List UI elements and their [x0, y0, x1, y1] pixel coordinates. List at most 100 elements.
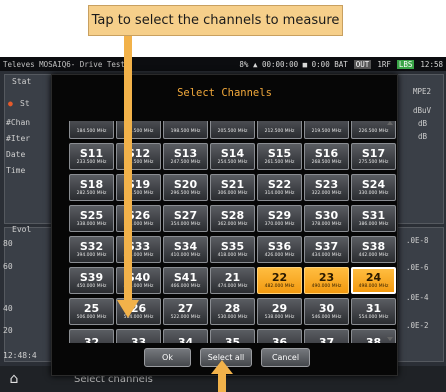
channel-button[interactable]: 35	[210, 329, 255, 343]
channel-name: 36	[271, 335, 288, 343]
iter-label: #Iter	[6, 134, 31, 143]
channel-button[interactable]: S17 275.500 MHz	[351, 143, 396, 170]
scroll-down-icon[interactable]	[387, 337, 393, 341]
channel-button[interactable]: 30 546.000 MHz	[304, 298, 349, 325]
cancel-button[interactable]: Cancel	[261, 348, 310, 367]
channel-frequency: 498.000 MHz	[358, 283, 389, 289]
channel-button[interactable]: S24 330.000 MHz	[351, 174, 396, 201]
channel-button[interactable]: 22 482.000 MHz	[257, 267, 302, 294]
channel-name: S31	[361, 208, 386, 222]
channel-name: 32	[83, 335, 100, 343]
channel-frequency: 522.000 MHz	[170, 314, 201, 320]
scroll-up-icon[interactable]	[387, 121, 393, 125]
record-dot-icon: ●	[8, 99, 13, 108]
channel-button[interactable]: S34 410.000 MHz	[163, 236, 208, 263]
channel-button[interactable]: 24 498.000 MHz	[351, 267, 396, 294]
channel-button[interactable]: S32 394.000 MHz	[69, 236, 114, 263]
channel-button[interactable]: S37 434.000 MHz	[304, 236, 349, 263]
channel-button[interactable]: S25 338.000 MHz	[69, 205, 114, 232]
channel-button[interactable]: 191.500 MHz	[116, 121, 161, 139]
channel-button[interactable]: 37	[304, 329, 349, 343]
home-icon[interactable]: ⌂	[0, 371, 28, 387]
channel-button[interactable]: S33 402.000 MHz	[116, 236, 161, 263]
channel-button[interactable]: 34	[163, 329, 208, 343]
channel-button[interactable]: 219.500 MHz	[304, 121, 349, 139]
channel-button[interactable]: S38 442.000 MHz	[351, 236, 396, 263]
channel-button[interactable]: S14 254.500 MHz	[210, 143, 255, 170]
channel-name: 35	[224, 335, 241, 343]
channel-button[interactable]: 29 538.000 MHz	[257, 298, 302, 325]
channel-name: S17	[361, 146, 386, 160]
channel-name: S39	[79, 270, 104, 284]
channel-name: 38	[365, 335, 382, 343]
channel-button[interactable]: 28 530.000 MHz	[210, 298, 255, 325]
channel-button[interactable]: S11 233.500 MHz	[69, 143, 114, 170]
channel-button[interactable]: S29 370.000 MHz	[257, 205, 302, 232]
channel-button[interactable]: S19 289.500 MHz	[116, 174, 161, 201]
out-badge: OUT	[353, 59, 372, 69]
channel-button[interactable]: S39 450.000 MHz	[69, 267, 114, 294]
channel-button[interactable]: 198.500 MHz	[163, 121, 208, 139]
channel-button[interactable]: S12 240.500 MHz	[116, 143, 161, 170]
channel-button[interactable]: S15 261.500 MHz	[257, 143, 302, 170]
channel-frequency: 378.000 MHz	[311, 221, 342, 227]
channel-button[interactable]: 33	[116, 329, 161, 343]
channel-button[interactable]: 25 506.000 MHz	[69, 298, 114, 325]
channel-button[interactable]: 27 522.000 MHz	[163, 298, 208, 325]
channel-name: S36	[267, 239, 292, 253]
channel-name: S27	[173, 208, 198, 222]
pointer-arrow-down-head	[117, 300, 139, 318]
channel-button[interactable]: 36	[257, 329, 302, 343]
channel-button[interactable]: S26 346.000 MHz	[116, 205, 161, 232]
channel-button[interactable]: S30 378.000 MHz	[304, 205, 349, 232]
channel-name: 34	[177, 335, 194, 343]
channel-name: S35	[220, 239, 245, 253]
channel-button[interactable]: 23 490.000 MHz	[304, 267, 349, 294]
channel-button[interactable]: 32	[69, 329, 114, 343]
channel-button[interactable]: S27 354.000 MHz	[163, 205, 208, 232]
ok-button[interactable]: Ok	[144, 348, 191, 367]
channel-name: S23	[314, 177, 339, 191]
channel-button[interactable]: 184.500 MHz	[69, 121, 114, 139]
ber-axis-1: .0E-8	[406, 236, 429, 245]
channel-frequency: 482.000 MHz	[264, 283, 295, 289]
channel-frequency: 268.500 MHz	[311, 159, 342, 165]
channel-button[interactable]: S36 426.000 MHz	[257, 236, 302, 263]
channel-button[interactable]: S31 386.000 MHz	[351, 205, 396, 232]
channel-name: 27	[177, 301, 194, 315]
channel-name: 25	[83, 301, 100, 315]
channel-frequency: 233.500 MHz	[76, 159, 107, 165]
channel-frequency: 247.500 MHz	[170, 159, 201, 165]
channel-button[interactable]: S23 322.000 MHz	[304, 174, 349, 201]
channel-button[interactable]: 31 554.000 MHz	[351, 298, 396, 325]
channel-button[interactable]: 205.500 MHz	[210, 121, 255, 139]
lbs-badge: LBS	[396, 59, 415, 69]
channel-name: 24	[365, 270, 382, 284]
channel-button[interactable]: S21 306.000 MHz	[210, 174, 255, 201]
channel-button[interactable]: S40 458.000 MHz	[116, 267, 161, 294]
channel-button[interactable]: S16 268.500 MHz	[304, 143, 349, 170]
channel-button[interactable]: 212.500 MHz	[257, 121, 302, 139]
channel-frequency: 314.000 MHz	[264, 190, 295, 196]
channel-name: S14	[220, 146, 245, 160]
channel-button[interactable]: S13 247.500 MHz	[163, 143, 208, 170]
channel-frequency: 296.500 MHz	[170, 190, 201, 196]
channel-button[interactable]: S20 296.500 MHz	[163, 174, 208, 201]
channel-button[interactable]: 21 474.000 MHz	[210, 267, 255, 294]
channel-button[interactable]: S41 466.000 MHz	[163, 267, 208, 294]
ber-axis-3: .0E-4	[406, 293, 429, 302]
channel-button[interactable]: S28 362.000 MHz	[210, 205, 255, 232]
channel-frequency: 530.000 MHz	[217, 314, 248, 320]
channel-frequency: 354.000 MHz	[170, 221, 201, 227]
channel-button[interactable]: S35 418.000 MHz	[210, 236, 255, 263]
channel-name: S41	[173, 270, 198, 284]
channel-frequency: 474.000 MHz	[217, 283, 248, 289]
channel-button[interactable]: S18 282.500 MHz	[69, 174, 114, 201]
channel-frequency: 386.000 MHz	[358, 221, 389, 227]
channel-frequency: 212.500 MHz	[264, 128, 295, 134]
channel-button[interactable]: S22 314.000 MHz	[257, 174, 302, 201]
mpe2-label: MPE2	[413, 87, 432, 96]
channel-name: 30	[318, 301, 335, 315]
pointer-arrow-up	[218, 372, 226, 392]
status-bar: Televes MOSAIQ6- Drive Test 8% ▲ 00:00:0…	[0, 57, 446, 71]
